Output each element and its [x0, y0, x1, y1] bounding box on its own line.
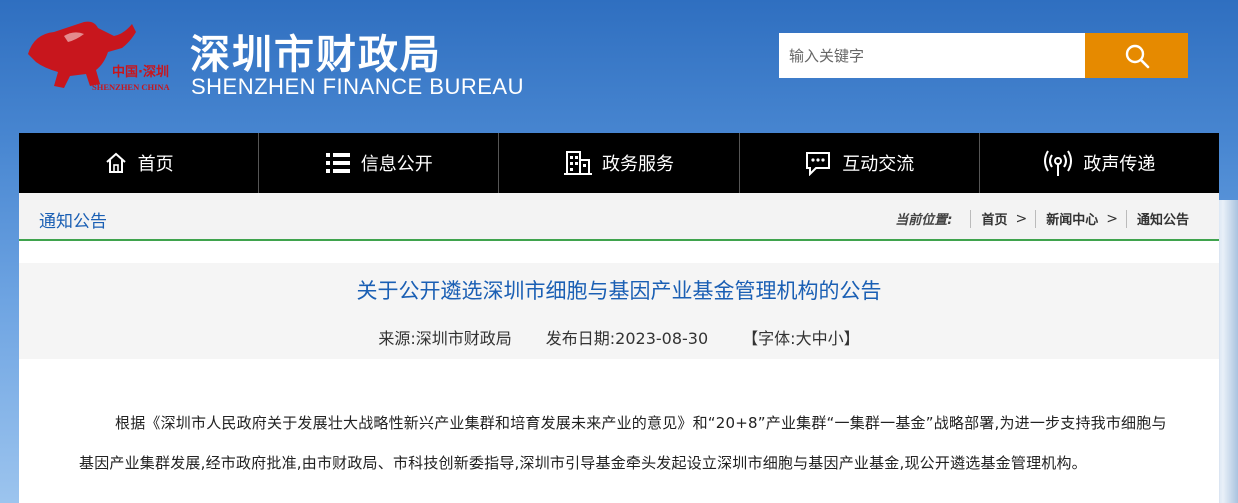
svg-text:SHENZHEN CHINA: SHENZHEN CHINA: [92, 82, 171, 92]
breadcrumb-home[interactable]: 首页: [981, 209, 1007, 228]
nav-item-interaction[interactable]: 互动交流: [740, 133, 980, 193]
nav-label: 政声传递: [1083, 154, 1156, 175]
breadcrumb-news[interactable]: 新闻中心: [1046, 209, 1098, 228]
section-title[interactable]: 通知公告: [39, 207, 107, 232]
font-large-button[interactable]: 大: [796, 329, 812, 348]
breadcrumb: 当前位置: 首页 > 新闻中心 > 通知公告: [895, 209, 1189, 228]
broadcast-icon: [1044, 150, 1073, 176]
building-icon: [564, 151, 592, 175]
nav-label: 首页: [137, 154, 174, 175]
breadcrumb-notices[interactable]: 通知公告: [1137, 209, 1189, 228]
chat-icon: [806, 152, 831, 176]
breadcrumb-divider: [1125, 209, 1127, 228]
nav-label: 信息公开: [360, 154, 433, 175]
bull-logo-icon: 中国·深圳 SHENZHEN CHINA: [28, 21, 171, 92]
nav-item-home[interactable]: 首页: [19, 133, 260, 193]
search-button[interactable]: [1085, 33, 1188, 78]
nav-label: 政务服务: [602, 154, 674, 175]
list-icon: [325, 153, 350, 173]
svg-text:中国·深圳: 中国·深圳: [112, 64, 169, 80]
site-subtitle: SHENZHEN FINANCE BUREAU: [191, 74, 524, 99]
nav-item-broadcast[interactable]: 政声传递: [980, 133, 1219, 193]
main-content: 通知公告 当前位置: 首页 > 新闻中心 > 通知公告 关于公开遴选深圳市细胞与…: [19, 193, 1219, 503]
article-header: 关于公开遴选深圳市细胞与基因产业基金管理机构的公告 来源:深圳市财政局 发布日期:…: [19, 263, 1219, 359]
article-source: 来源:深圳市财政局: [378, 329, 512, 348]
search-input[interactable]: [779, 33, 1085, 78]
breadcrumb-divider: [970, 209, 972, 228]
article-title: 关于公开遴选深圳市细胞与基因产业基金管理机构的公告: [356, 279, 882, 303]
nav-item-services[interactable]: 政务服务: [499, 133, 740, 193]
site-title: 深圳市财政局: [190, 32, 442, 78]
search-icon: [1125, 44, 1149, 68]
chevron-right-icon: >: [1106, 210, 1118, 227]
site-header: 中国·深圳 SHENZHEN CHINA 深圳市财政局 SHENZHEN FIN…: [0, 0, 1238, 132]
breadcrumb-label: 当前位置:: [895, 213, 953, 228]
main-nav: 首页 信息公开 政务服务 互动交流 政声传递: [19, 133, 1219, 193]
breadcrumb-divider: [1035, 209, 1037, 228]
home-icon: [105, 152, 126, 173]
nav-item-info[interactable]: 信息公开: [259, 133, 500, 193]
nav-label: 互动交流: [842, 154, 915, 175]
font-size-close: 】: [843, 329, 860, 348]
chevron-right-icon: >: [1015, 210, 1028, 227]
font-size-label: 【字体:: [742, 329, 796, 348]
shenzhen-logo[interactable]: 中国·深圳 SHENZHEN CHINA: [24, 14, 184, 94]
article-meta: 来源:深圳市财政局 发布日期:2023-08-30 【字体:大中小】: [19, 325, 1219, 349]
article-body: 根据《深圳市人民政府关于发展壮大战略性新兴产业集群和培育发展未来产业的意见》和“…: [79, 414, 1167, 472]
font-medium-button[interactable]: 中: [812, 329, 828, 348]
article-date: 发布日期:2023-08-30: [545, 329, 709, 348]
breadcrumb-bar: 通知公告 当前位置: 首页 > 新闻中心 > 通知公告: [19, 193, 1219, 241]
search-box: [779, 33, 1188, 78]
font-small-button[interactable]: 小: [828, 329, 844, 348]
